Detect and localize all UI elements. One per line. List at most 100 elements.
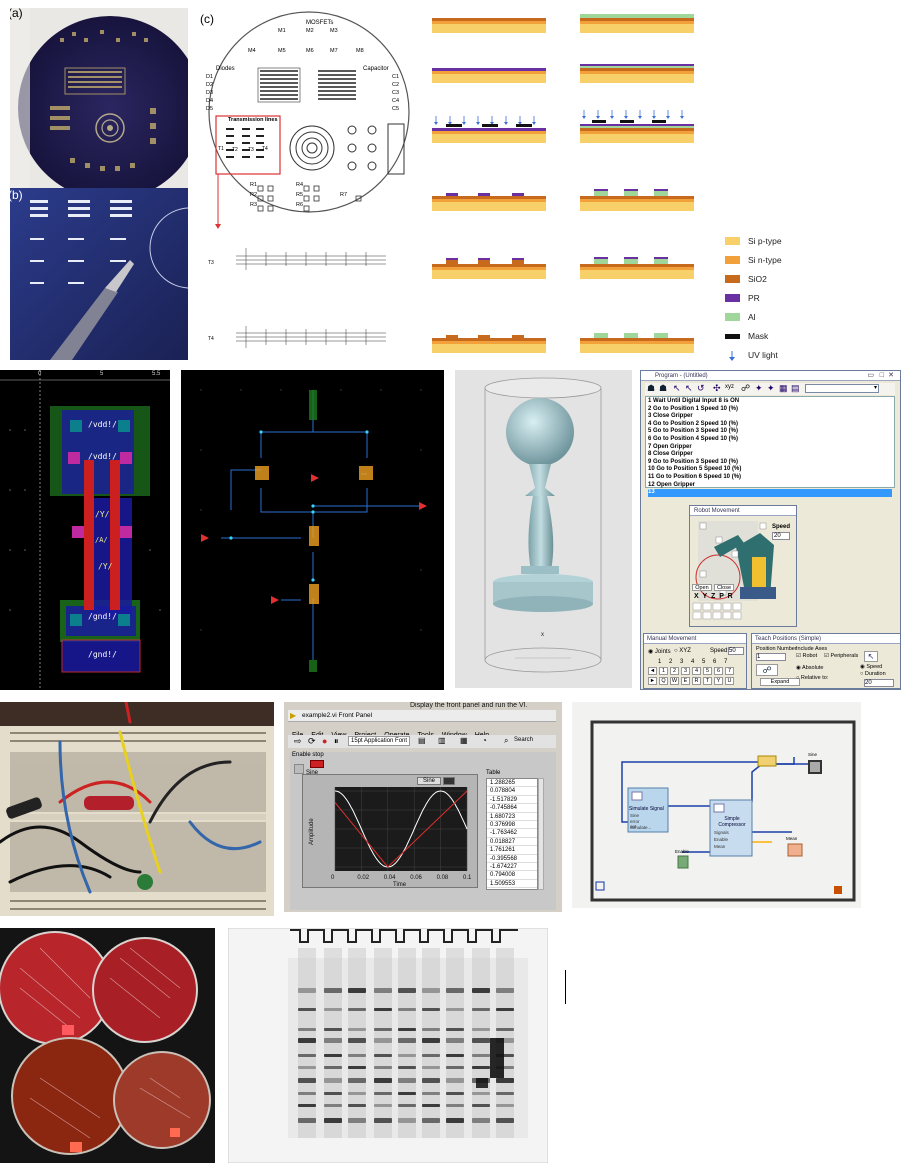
pause-icon[interactable]: ⏸ xyxy=(334,736,339,747)
table-cell[interactable]: -0.745864 xyxy=(487,804,537,813)
duration-radio[interactable]: ○ Duration xyxy=(860,671,886,677)
table-cell[interactable]: 1.288265 xyxy=(487,779,537,788)
manual-speed-select[interactable]: 50 xyxy=(728,647,744,655)
program-line[interactable]: 2 Go to Position 1 Speed 10 (%) xyxy=(648,406,892,414)
joint-key-top-5[interactable]: 5 xyxy=(703,667,712,675)
table-cell[interactable]: 0.794008 xyxy=(487,871,537,880)
teach-speed-select[interactable]: 20 xyxy=(864,679,894,687)
teach-icon-button[interactable]: ☍ xyxy=(756,664,778,676)
grid-icon[interactable]: ▤ xyxy=(791,383,800,394)
joint-key-bottom-6[interactable]: Y xyxy=(714,677,723,685)
joint-key-top-0[interactable]: ◄ xyxy=(648,667,657,675)
joint-key-bottom-2[interactable]: W xyxy=(670,677,679,685)
joint-key-top-6[interactable]: 6 xyxy=(714,667,723,675)
schematic-drawing xyxy=(200,389,427,672)
joint-key-bottom-1[interactable]: Q xyxy=(659,677,668,685)
program-line[interactable]: 3 Close Gripper xyxy=(648,413,892,421)
speed-select[interactable]: 20 xyxy=(772,532,790,540)
enable-stop-button[interactable] xyxy=(310,760,324,768)
diode-label-D4: D4 xyxy=(206,98,214,104)
program-line[interactable]: 7 Open Gripper xyxy=(648,444,892,452)
distribute-icon[interactable]: ▥ xyxy=(438,736,446,745)
xyz-radio[interactable]: ○ XYZ xyxy=(674,648,691,654)
panel-a-wafer-photo: (a) xyxy=(10,8,188,188)
stop-toggle[interactable] xyxy=(294,764,304,774)
joint-key-bottom-4[interactable]: R xyxy=(692,677,701,685)
arrow-icon[interactable]: ↖ xyxy=(673,383,681,394)
data-table[interactable]: 1.288265 0.078804 -1.517829 -0.745864 1.6807… xyxy=(486,778,538,890)
maximize-button[interactable]: □ xyxy=(880,371,884,381)
close-gripper-button[interactable]: Close xyxy=(714,584,734,591)
table-cell[interactable]: 0.018827 xyxy=(487,837,537,847)
expand-button[interactable]: Expand xyxy=(760,678,800,686)
table-cell[interactable]: 1.680723 xyxy=(487,812,537,821)
table-cell[interactable]: 0.376998 xyxy=(487,820,537,830)
peripherals-checkbox[interactable]: ☑ Peripherals xyxy=(824,653,858,659)
table-cell[interactable]: -1.674227 xyxy=(487,862,537,872)
table-cell[interactable]: 1.509553 xyxy=(487,879,537,889)
table-cell[interactable]: -0.395568 xyxy=(487,854,537,863)
program-line[interactable]: 6 Go to Position 4 Speed 10 (%) xyxy=(648,436,892,444)
run-icon[interactable]: ☗ xyxy=(647,383,655,394)
table-cell[interactable]: 1.761261 xyxy=(487,846,537,855)
command-dropdown[interactable]: ▾ xyxy=(805,384,879,393)
program-line[interactable]: 8 Close Gripper xyxy=(648,451,892,459)
jog-buttons[interactable] xyxy=(692,602,742,620)
program-line[interactable]: 4 Go to Position 2 Speed 10 (%) xyxy=(648,421,892,429)
program-line[interactable]: 12 Open Gripper xyxy=(648,482,892,490)
xyz-icon[interactable]: xyz xyxy=(725,384,734,390)
breadboard-image xyxy=(0,702,274,916)
table-cell[interactable]: 0.078804 xyxy=(487,787,537,796)
program-line[interactable]: 11 Go to Position 6 Speed 10 (%) xyxy=(648,474,892,482)
joint-key-top-2[interactable]: 2 xyxy=(670,667,679,675)
step-icon[interactable]: ☗ xyxy=(659,383,667,394)
resize-icon[interactable]: ▦ xyxy=(460,736,468,745)
minimize-button[interactable]: ▭ xyxy=(867,371,874,381)
program-line[interactable]: 10 Go to Position 5 Speed 10 (%) xyxy=(648,466,892,474)
joint-key-top-4[interactable]: 4 xyxy=(692,667,701,675)
walk-icon[interactable]: ☍ xyxy=(741,383,750,394)
open-gripper-button[interactable]: Open xyxy=(692,584,712,591)
position-number-select[interactable]: 1 xyxy=(756,653,786,661)
table-scrollbar[interactable] xyxy=(538,778,544,890)
font-select[interactable]: 15pt Application Font xyxy=(348,736,410,746)
image-icon[interactable]: ▦ xyxy=(779,383,788,394)
speed-radio[interactable]: ◉ Speed xyxy=(860,664,882,670)
program-line[interactable]: 5 Go to Position 3 Speed 10 (%) xyxy=(648,428,892,436)
gripper-icon[interactable]: ✣ xyxy=(713,383,721,394)
search-input[interactable]: Search xyxy=(514,737,533,743)
run-continuous-icon[interactable]: ⟳ xyxy=(308,736,316,747)
close-button[interactable]: ✕ xyxy=(888,371,894,381)
joint-key-top-3[interactable]: 3 xyxy=(681,667,690,675)
teach-icon[interactable]: ✦ xyxy=(755,383,763,394)
abort-icon[interactable]: ● xyxy=(322,736,327,746)
speed-label: Speed xyxy=(772,524,791,530)
table-cell[interactable]: -1.517829 xyxy=(487,795,537,805)
move-icon-button[interactable]: ↖ xyxy=(864,651,878,662)
robot-label: Robot xyxy=(802,653,818,659)
reorder-icon[interactable]: ◔ xyxy=(482,736,487,745)
table-cell[interactable]: -1.763462 xyxy=(487,829,537,838)
arrow2-icon[interactable]: ↖ xyxy=(685,383,693,394)
joint-key-top-7[interactable]: 7 xyxy=(725,667,734,675)
program-line[interactable]: 9 Go to Position 3 Speed 10 (%) xyxy=(648,459,892,467)
program-line[interactable]: 13 xyxy=(648,489,892,497)
align-icon[interactable]: ▤ xyxy=(418,736,426,745)
joint-key-bottom-7[interactable]: U xyxy=(725,677,734,685)
program-line[interactable]: 1 Wait Until Digital Input 8 is ON xyxy=(648,398,892,406)
joint-number-3: 3 xyxy=(680,659,684,665)
program-listing[interactable]: 1 Wait Until Digital Input 8 is ON 2 Go t… xyxy=(645,396,895,497)
undo-icon[interactable]: ↺ xyxy=(697,383,705,394)
diodes-title: Diodes xyxy=(216,66,235,72)
absolute-radio[interactable]: ◉ Absolute xyxy=(796,665,823,671)
run-arrow-icon[interactable]: ⇨ xyxy=(294,736,302,747)
joint-key-top-1[interactable]: 1 xyxy=(659,667,668,675)
robot-checkbox[interactable]: ☑ Robot xyxy=(796,653,817,659)
joint-key-bottom-3[interactable]: E xyxy=(681,677,690,685)
relative-radio[interactable]: ○ Relative to: xyxy=(796,675,828,681)
search-icon[interactable]: ⌕ xyxy=(504,736,508,746)
joint-key-bottom-5[interactable]: T xyxy=(703,677,712,685)
joints-radio[interactable]: ◉ Joints xyxy=(648,648,671,655)
joint-key-bottom-0[interactable]: ► xyxy=(648,677,657,685)
teach2-icon[interactable]: ✦ xyxy=(767,383,775,394)
